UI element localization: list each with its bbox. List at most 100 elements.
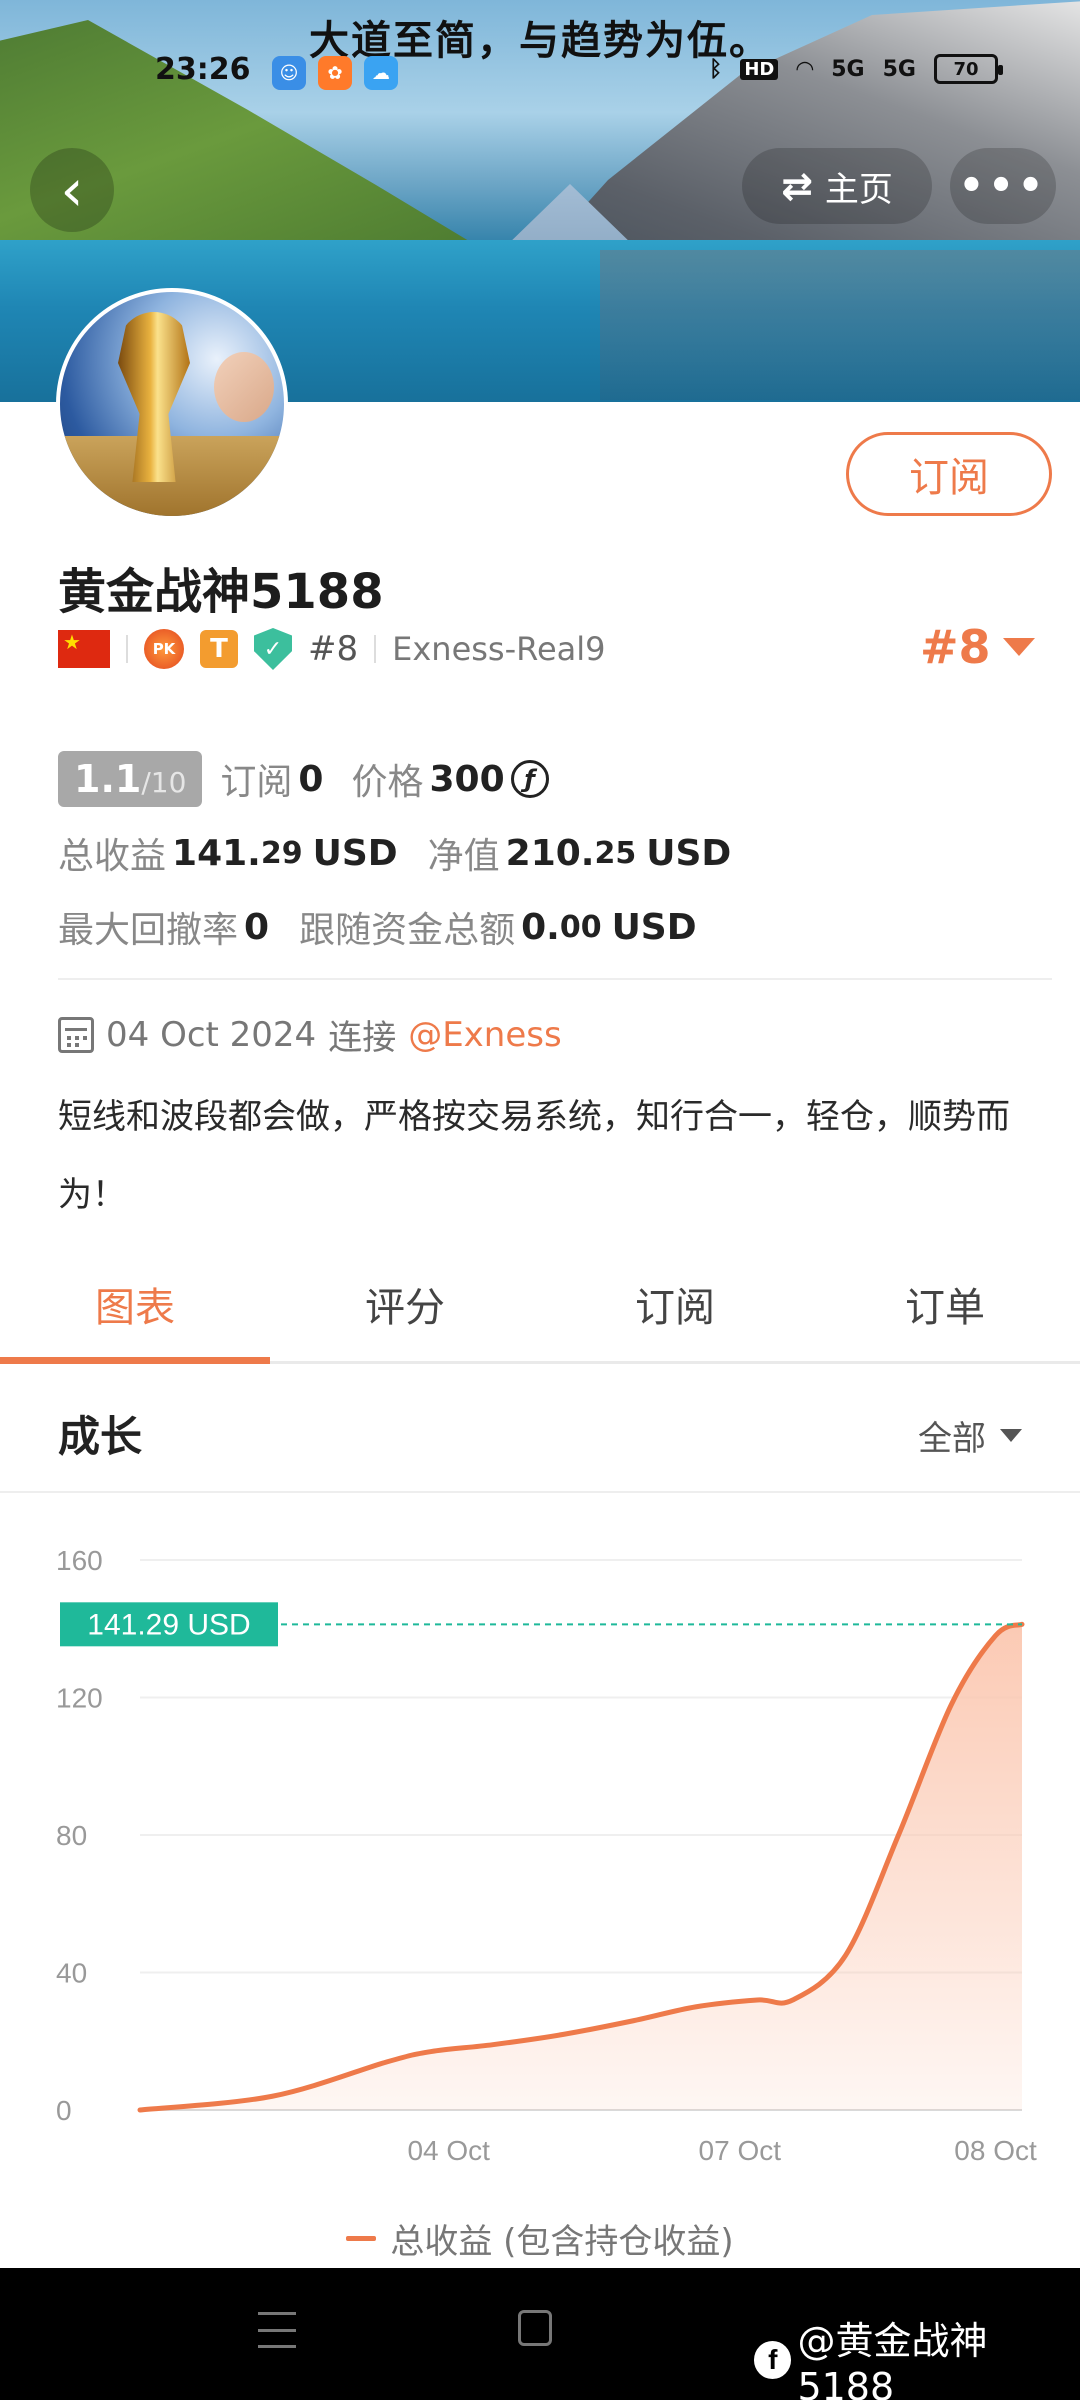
battery-icon: 70 [934, 54, 1003, 84]
status-app-icons: ☺ ✿ ☁ [272, 56, 398, 90]
y-tick-label: 40 [56, 1958, 87, 1989]
y-tick-label: 120 [56, 1683, 103, 1714]
max-drawdown-value: 0 [244, 906, 270, 948]
avatar-hand [214, 352, 274, 422]
china-flag-icon [58, 630, 110, 668]
stats-row: 总收益 141. 29 USD 净值 210. 25 USD [58, 816, 1038, 890]
broker-link[interactable]: @Exness [408, 1015, 562, 1055]
follow-funds-unit: USD [611, 906, 697, 948]
profile-name: 黄金战神5188 [58, 564, 384, 620]
legend-label: 总收益 (包含持仓收益) [390, 2222, 734, 2262]
subscribe-button[interactable]: 订阅 [846, 432, 1052, 516]
legend-swatch [346, 2236, 377, 2241]
score-badge: 1.1 /10 [58, 751, 203, 807]
growth-section-header: 成长 全部 [0, 1367, 1080, 1493]
score-value: 1.1 [74, 757, 142, 801]
recent-apps-button[interactable] [258, 2312, 296, 2348]
y-tick-label: 80 [56, 1820, 87, 1851]
avatar[interactable] [56, 288, 288, 520]
rank-value: #8 [920, 620, 991, 674]
system-nav-bar: f @黄金战神5188 [0, 2268, 1080, 2400]
range-dropdown[interactable]: 全部 [918, 1411, 1022, 1460]
chevron-down-icon [1002, 638, 1035, 656]
t-badge-icon[interactable]: T [200, 630, 238, 668]
hd-icon: HD [740, 58, 779, 80]
divider [58, 978, 1052, 980]
calendar-icon [58, 1016, 94, 1053]
bluetooth-icon: ᛒ [709, 56, 723, 82]
back-arrow-icon: ‹ [60, 156, 84, 224]
total-profit-int: 141. [172, 832, 261, 874]
coin-icon: ƒ [510, 760, 549, 798]
equity-int: 210. [505, 832, 595, 874]
rank-label: #8 [308, 629, 359, 669]
stats-row: 最大回撤率 0 跟随资金总额 0. 00 USD [58, 890, 1038, 964]
tab-orders[interactable]: 订单 [810, 1258, 1080, 1361]
status-right: ᛒ HD ◠ 5G 5G 70 [709, 54, 1003, 84]
total-profit-dec: 29 [260, 835, 303, 871]
profile-bio: 短线和波段都会做，严格按交易系统，知行合一，轻仓，顺势而为！ [58, 1097, 1010, 1215]
back-button[interactable]: ‹ [30, 148, 114, 232]
watermark-text: @黄金战神5188 [797, 2319, 988, 2400]
divider [374, 635, 377, 663]
chart-legend: 总收益 (包含持仓收益) [0, 2214, 1080, 2263]
profile-badges: PK T ✓ #8 Exness-Real9 [58, 626, 605, 672]
growth-chart: 0 40 80 120 160 141.29 USD 04 Oct 07 Oct 08 Oct [56, 1545, 1037, 2166]
subscribe-count-value: 0 [298, 758, 324, 800]
wifi-icon: ◠ [796, 56, 814, 82]
equity-dec: 25 [594, 835, 637, 871]
follow-funds-int: 0. [521, 906, 560, 948]
weather-icon: ☁ [364, 56, 398, 90]
equity-unit: USD [646, 832, 732, 874]
current-value-label: 141.29 USD [87, 1608, 250, 1641]
home-button[interactable]: ⇄ 主页 [742, 148, 932, 224]
stats-row: 1.1 /10 订阅 0 价格 300 ƒ [58, 742, 1038, 816]
app-notification-icon: ☺ [272, 56, 306, 90]
switch-arrows-icon: ⇄ [781, 164, 813, 208]
signal-icon: 5G [831, 56, 865, 82]
price-value: 300 [429, 758, 505, 800]
score-max: /10 [141, 766, 187, 799]
tab-chart[interactable]: 图表 [0, 1258, 270, 1364]
price-label: 价格 [351, 762, 424, 803]
range-value: 全部 [918, 1419, 986, 1459]
more-dots-icon: ••• [958, 163, 1048, 209]
x-tick-label: 04 Oct [407, 2135, 490, 2166]
x-tick-label: 08 Oct [954, 2135, 1037, 2166]
status-bar: 23:26 ☺ ✿ ☁ ᛒ HD ◠ 5G 5G 70 [0, 52, 1080, 96]
total-profit-label: 总收益 [58, 836, 167, 877]
tab-rating[interactable]: 评分 [270, 1258, 540, 1361]
tab-subscribe[interactable]: 订阅 [540, 1258, 810, 1361]
y-tick-label: 0 [56, 2095, 72, 2126]
tab-bar: 图表 评分 订阅 订单 [0, 1258, 1080, 1364]
stats-panel: 1.1 /10 订阅 0 价格 300 ƒ 总收益 141. 29 USD 净值… [58, 742, 1038, 964]
lake-reflection [600, 250, 1080, 400]
total-profit-unit: USD [312, 832, 398, 874]
connect-text: 连接 [328, 1018, 397, 1058]
subscribe-count-label: 订阅 [220, 762, 293, 803]
y-tick-label: 160 [56, 1545, 103, 1576]
status-time: 23:26 [155, 52, 251, 87]
facebook-icon: f [754, 2340, 792, 2379]
section-title: 成长 [58, 1412, 143, 1461]
signal-icon: 5G [882, 56, 916, 82]
app-notification-icon: ✿ [318, 56, 352, 90]
broker-account: Exness-Real9 [392, 630, 606, 668]
verified-shield-icon[interactable]: ✓ [254, 628, 292, 670]
rank-dropdown[interactable]: #8 [920, 620, 1035, 674]
watermark: f @黄金战神5188 [754, 2310, 1080, 2400]
chevron-down-icon [1000, 1429, 1022, 1442]
connect-info: 04 Oct 2024 连接 @Exness [58, 1010, 562, 1059]
pk-badge-icon[interactable]: PK [144, 629, 184, 669]
x-tick-label: 07 Oct [699, 2135, 782, 2166]
max-drawdown-label: 最大回撤率 [58, 910, 239, 951]
home-label: 主页 [824, 169, 893, 210]
home-nav-button[interactable] [518, 2310, 552, 2346]
connect-date: 04 Oct 2024 [106, 1014, 317, 1055]
follow-funds-label: 跟随资金总额 [299, 910, 516, 951]
battery-level: 70 [953, 58, 979, 80]
divider [126, 635, 128, 663]
equity-label: 净值 [427, 836, 500, 877]
more-options-button[interactable]: ••• [950, 148, 1056, 224]
follow-funds-dec: 00 [559, 909, 602, 945]
